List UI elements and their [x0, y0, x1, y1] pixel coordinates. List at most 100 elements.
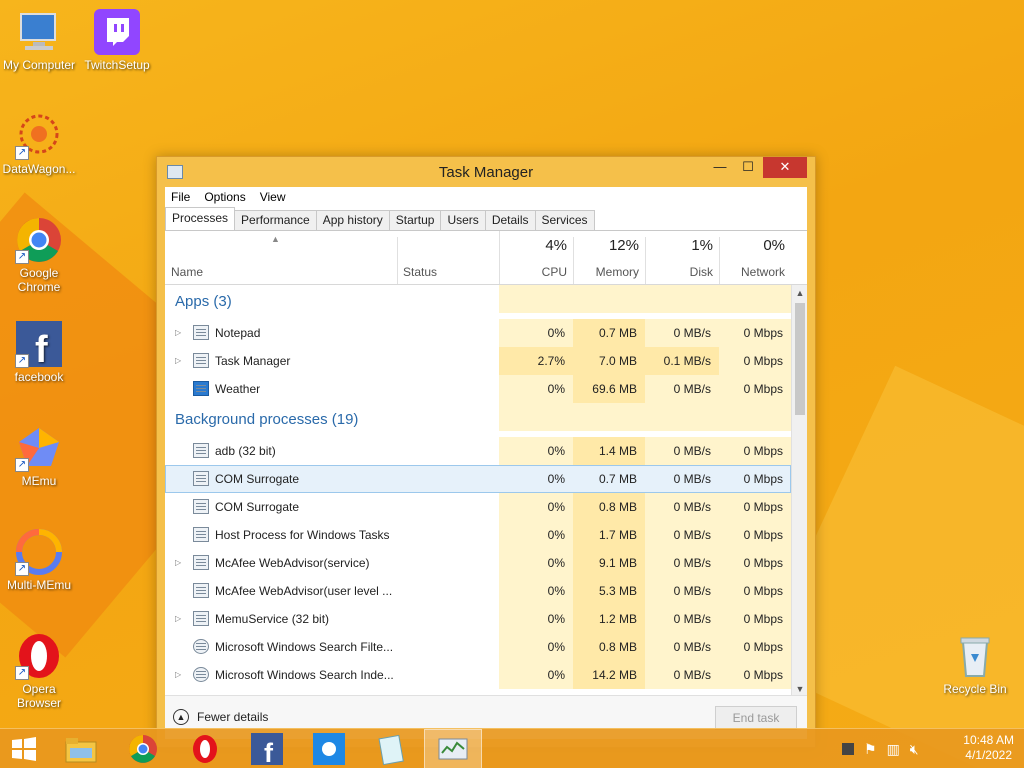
desktop-icon-facebook[interactable]: f ↗ facebook	[0, 320, 78, 384]
expand-icon[interactable]: ▷	[175, 356, 181, 365]
column-header-disk[interactable]: 1% Disk	[645, 231, 719, 285]
system-clock[interactable]: 10:48 AM 4/1/2022	[963, 733, 1014, 763]
minimize-button[interactable]: —	[705, 157, 735, 178]
start-button[interactable]	[0, 729, 48, 768]
group-header-background-processes[interactable]: Background processes (19)	[165, 403, 791, 437]
tab-strip: Processes Performance App history Startu…	[165, 207, 807, 231]
table-row[interactable]: Microsoft Windows Search Filte... 0% 0.8…	[165, 633, 791, 661]
shortcut-arrow-icon: ↗	[15, 562, 29, 576]
table-row[interactable]: ▷ MemuService (32 bit) 0% 1.2 MB 0 MB/s …	[165, 605, 791, 633]
show-desktop-icon[interactable]	[842, 743, 854, 755]
maximize-button[interactable]: ☐	[733, 157, 763, 178]
action-center-flag-icon[interactable]: ⚑	[864, 741, 877, 758]
process-list: Apps (3) ▷ Notepad 0% 0.7 MB 0 MB/s 0 Mb…	[165, 285, 791, 697]
shortcut-arrow-icon: ↗	[15, 666, 29, 680]
desktop-icon-datawagon[interactable]: ↗ DataWagon...	[0, 112, 78, 176]
table-row[interactable]: Weather 0% 69.6 MB 0 MB/s 0 Mbps	[165, 375, 791, 403]
close-button[interactable]: ✕	[763, 157, 807, 178]
network-cell	[719, 285, 791, 313]
table-row[interactable]: Host Process for Windows Tasks 0% 1.7 MB…	[165, 521, 791, 549]
menu-file[interactable]: File	[171, 190, 190, 204]
cpu-cell	[499, 403, 573, 431]
facebook-icon: f	[251, 733, 283, 765]
windows-logo-icon	[12, 737, 36, 761]
window-content: File Options View Processes Performance …	[165, 187, 807, 739]
menu-view[interactable]: View	[260, 190, 286, 204]
tab-details[interactable]: Details	[484, 210, 536, 230]
process-icon	[193, 527, 209, 542]
taskbar-chrome[interactable]	[114, 729, 172, 768]
weather-icon	[313, 733, 345, 765]
fewer-details-button[interactable]: ▲ Fewer details	[173, 709, 268, 725]
column-header-name[interactable]: ▲ Name	[165, 231, 397, 285]
notepad-icon	[378, 734, 404, 765]
folder-icon	[65, 738, 97, 763]
disk-cell	[645, 285, 719, 313]
table-row[interactable]: ▷ Notepad 0% 0.7 MB 0 MB/s 0 Mbps	[165, 319, 791, 347]
menu-options[interactable]: Options	[204, 190, 245, 204]
table-row-selected[interactable]: COM Surrogate 0% 0.7 MB 0 MB/s 0 Mbps	[165, 465, 791, 493]
desktop-icon-opera-browser[interactable]: ↗ Opera Browser	[0, 632, 78, 710]
twitch-icon	[93, 8, 141, 56]
vertical-scrollbar[interactable]: ▲ ▼	[791, 285, 807, 697]
sort-up-icon: ▲	[271, 234, 280, 244]
memory-cell	[573, 403, 645, 431]
tab-performance[interactable]: Performance	[234, 210, 317, 230]
process-icon	[193, 443, 209, 458]
tab-app-history[interactable]: App history	[315, 210, 390, 230]
column-header-cpu[interactable]: 4% CPU	[499, 231, 573, 285]
process-icon	[193, 471, 209, 486]
process-icon	[193, 583, 209, 598]
notepad-icon	[193, 325, 209, 340]
desktop-icon-memu[interactable]: ↗ MEmu	[0, 424, 78, 488]
table-row[interactable]: ▷ Task Manager 2.7% 7.0 MB 0.1 MB/s 0 Mb…	[165, 347, 791, 375]
table-row[interactable]: ▷ Microsoft Windows Search Inde... 0% 14…	[165, 661, 791, 689]
taskbar-opera[interactable]	[176, 729, 234, 768]
table-row[interactable]: ▷ McAfee WebAdvisor(service) 0% 9.1 MB 0…	[165, 549, 791, 577]
task-manager-icon	[438, 738, 468, 760]
expand-icon[interactable]: ▷	[175, 614, 181, 623]
tab-processes[interactable]: Processes	[165, 207, 236, 230]
tab-services[interactable]: Services	[534, 210, 595, 230]
tab-users[interactable]: Users	[440, 210, 486, 230]
scroll-up-icon[interactable]: ▲	[792, 285, 808, 301]
title-bar[interactable]: Task Manager — ☐ ✕	[157, 157, 815, 187]
taskbar: f ⚑ ▥ 🔇︎ 10:48 AM 4/1/2022	[0, 728, 1024, 768]
process-icon	[193, 499, 209, 514]
expand-icon[interactable]: ▷	[175, 558, 181, 567]
desktop-icon-recycle-bin[interactable]: Recycle Bin	[936, 632, 1014, 696]
shortcut-arrow-icon: ↗	[15, 250, 29, 264]
tab-startup[interactable]: Startup	[388, 210, 442, 230]
facebook-icon: f ↗	[15, 320, 63, 371]
volume-muted-icon[interactable]: 🔇︎	[910, 741, 919, 758]
desktop-icon-multi-memu[interactable]: ↗ Multi-MEmu	[0, 528, 78, 592]
table-row[interactable]: adb (32 bit) 0% 1.4 MB 0 MB/s 0 Mbps	[165, 437, 791, 465]
group-header-apps[interactable]: Apps (3)	[165, 285, 791, 319]
column-header-memory[interactable]: 12% Memory	[573, 231, 645, 285]
scrollbar-thumb[interactable]	[795, 303, 805, 415]
chrome-icon: ↗	[15, 216, 63, 264]
end-task-button[interactable]: End task	[715, 706, 797, 730]
column-divider	[397, 237, 398, 284]
network-icon[interactable]: ▥	[887, 741, 900, 758]
taskbar-weather[interactable]	[300, 729, 358, 768]
taskbar-task-manager[interactable]	[424, 729, 482, 768]
table-row[interactable]: McAfee WebAdvisor(user level ... 0% 5.3 …	[165, 577, 791, 605]
computer-icon	[15, 8, 63, 56]
taskbar-file-explorer[interactable]	[52, 729, 110, 768]
taskbar-facebook[interactable]: f	[238, 729, 296, 768]
chrome-icon	[129, 735, 157, 763]
column-header-status[interactable]: Status	[397, 231, 499, 285]
desktop-icon-my-computer[interactable]: My Computer	[0, 8, 78, 72]
datawagon-icon: ↗	[15, 112, 63, 160]
user-process-icon	[193, 639, 209, 654]
taskbar-notepad[interactable]	[362, 729, 420, 768]
desktop-icon-google-chrome[interactable]: ↗ Google Chrome	[0, 216, 78, 294]
expand-icon[interactable]: ▷	[175, 328, 181, 337]
expand-icon[interactable]: ▷	[175, 670, 181, 679]
opera-icon	[193, 735, 217, 763]
opera-icon: ↗	[15, 632, 63, 680]
table-row[interactable]: COM Surrogate 0% 0.8 MB 0 MB/s 0 Mbps	[165, 493, 791, 521]
desktop-icon-twitchsetup[interactable]: TwitchSetup	[78, 8, 156, 72]
column-header-network[interactable]: 0% Network	[719, 231, 791, 285]
